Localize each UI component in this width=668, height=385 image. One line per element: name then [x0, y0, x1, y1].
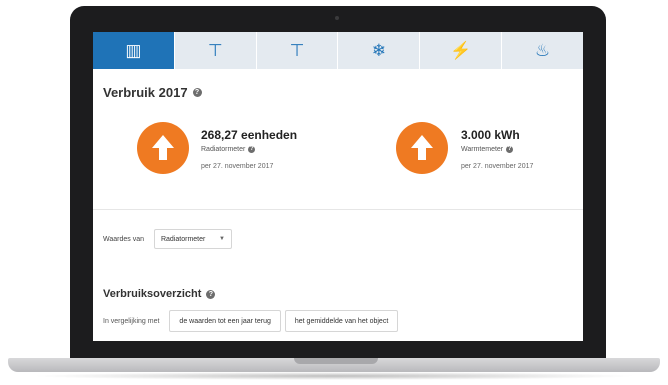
dropdown-value: Radiatormeter	[160, 235, 206, 243]
tab-gas[interactable]: ♨	[502, 32, 583, 69]
meter-label: Radiatormeter ?	[201, 146, 297, 153]
meter-info: 268,27 eenheden Radiatormeter ? per 27. …	[201, 128, 297, 170]
comparison-row: In vergelijking met de waarden tot een j…	[103, 310, 402, 332]
help-icon[interactable]: ?	[506, 146, 514, 153]
orange-circle	[396, 122, 448, 174]
chevron-down-icon: ▼	[219, 236, 225, 242]
meter-type-dropdown[interactable]: Radiatormeter ▼	[153, 229, 232, 249]
meter-label-text: Radiatormeter	[201, 146, 246, 153]
meter-date: per 27. november 2017	[201, 163, 274, 170]
meter-label: Warmtemeter ?	[461, 146, 533, 153]
section-title: Verbruiksoverzicht	[103, 288, 202, 300]
filter-row: Waardes van Radiatormeter ▼	[103, 229, 232, 249]
tab-cooling[interactable]: ❄	[338, 32, 421, 69]
section-divider	[93, 209, 583, 210]
tab-electricity[interactable]: ⚡	[420, 32, 503, 69]
electricity-plug-icon: ⚡	[450, 40, 472, 60]
compare-object-average-button[interactable]: het gemiddelde van het object	[284, 310, 399, 332]
help-icon[interactable]: ?	[192, 88, 202, 97]
utility-tab-bar: ▥ ⊤ ⊤ ❄ ⚡ ♨	[93, 32, 583, 69]
gas-flame-icon: ♨	[534, 40, 551, 60]
help-icon[interactable]: ?	[248, 146, 256, 153]
meter-date: per 27. november 2017	[461, 163, 534, 170]
snowflake-icon: ❄	[371, 40, 387, 60]
help-icon[interactable]: ?	[206, 289, 216, 299]
filter-label: Waardes van	[103, 235, 144, 243]
cold-water-tap-icon: ⊤	[207, 40, 223, 60]
compare-previous-year-button[interactable]: de waarden tot een jaar terug	[169, 310, 281, 332]
meter-info: 3.000 kWh Warmtemeter ? per 27. november…	[461, 128, 533, 170]
tab-radiator[interactable]: ▥	[93, 32, 175, 69]
tab-cold-water[interactable]: ⊤	[175, 32, 257, 69]
meter-value: 268,27 eenheden	[201, 128, 298, 142]
page-title-row: Verbruik 2017 ?	[103, 85, 202, 100]
meter-label-text: Warmtemeter	[461, 146, 504, 153]
radiator-icon: ▥	[125, 40, 142, 60]
comparison-label: In vergelijking met	[103, 317, 160, 325]
camera-dot	[335, 16, 339, 20]
tab-hot-water[interactable]: ⊤	[257, 32, 339, 69]
arrow-up-icon	[411, 135, 433, 160]
app-screen: ▥ ⊤ ⊤ ❄ ⚡ ♨ Verbruik 2017 ? 268,27 eenhe…	[93, 32, 583, 341]
laptop-base-notch	[294, 358, 378, 364]
hot-water-tap-icon: ⊤	[289, 40, 305, 60]
arrow-up-icon	[152, 135, 174, 160]
meter-value: 3.000 kWh	[461, 128, 520, 142]
page-title: Verbruik 2017	[103, 85, 188, 100]
laptop-shadow	[30, 372, 638, 380]
overview-title-row: Verbruiksoverzicht ?	[103, 288, 216, 300]
orange-circle	[137, 122, 189, 174]
